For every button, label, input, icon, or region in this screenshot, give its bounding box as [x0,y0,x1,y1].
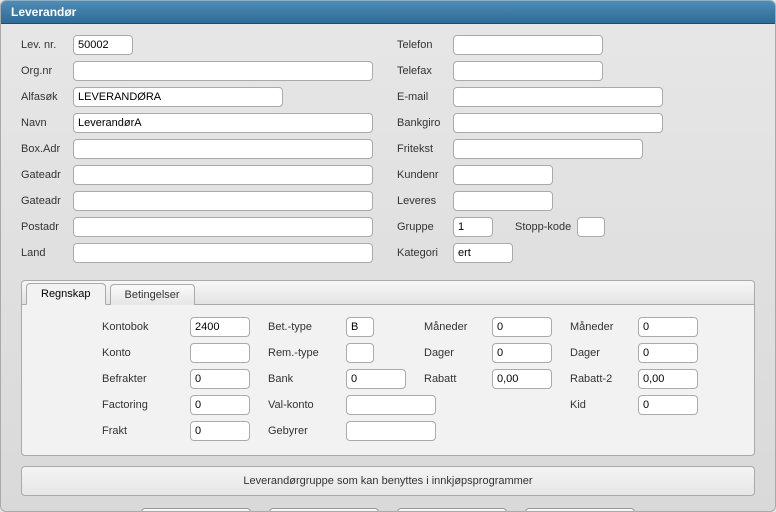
right-column: Telefon Telefax E-mail Bankgiro Fritekst [397,34,755,268]
supplier-window: Leverandør Lev. nr. Org.nr Alfasøk Navn [0,0,776,512]
konto-input[interactable] [190,343,250,363]
rabatt-input[interactable] [492,369,552,389]
maneder1-input[interactable] [492,317,552,337]
maneder2-label: Måneder [570,321,630,333]
epost-button[interactable]: E-postadr [269,508,379,512]
lev-nr-input[interactable] [73,35,133,55]
org-nr-label: Org.nr [21,65,73,77]
rabatt2-label: Rabatt-2 [570,373,630,385]
telefon-label: Telefon [397,39,453,51]
bank-label: Bank [268,373,338,385]
dager1-input[interactable] [492,343,552,363]
kundenr-label: Kundenr [397,169,453,181]
bettype-input[interactable] [346,317,374,337]
org-nr-input[interactable] [73,61,373,81]
land-input[interactable] [73,243,373,263]
tab-regnskap[interactable]: Regnskap [26,283,106,305]
land-label: Land [21,247,73,259]
boxadr-label: Box.Adr [21,143,73,155]
stoppkode-input[interactable] [577,217,605,237]
kontobok-input[interactable] [190,317,250,337]
remtype-input[interactable] [346,343,374,363]
kundenr-input[interactable] [453,165,553,185]
rabatt2-input[interactable] [638,369,698,389]
info-bar: Leverandørgruppe som kan benyttes i innk… [21,466,755,496]
kjop-button[interactable]: Kjøp [397,508,507,512]
boxadr-input[interactable] [73,139,373,159]
bankgiro-input[interactable] [453,113,663,133]
gateadr1-label: Gateadr [21,169,73,181]
frakt-label: Frakt [102,425,182,437]
alfasok-input[interactable] [73,87,283,107]
fritekst-input[interactable] [453,139,643,159]
button-row-1: EAN-lokasjonsnr E-postadr Kjøp Flere but… [1,508,775,512]
kategori-input[interactable] [453,243,513,263]
konto-label: Konto [102,347,182,359]
telefon-input[interactable] [453,35,603,55]
valkonto-label: Val-konto [268,399,338,411]
tab-body-regnskap: Kontobok Bet.-type Måneder Måneder Konto… [22,305,754,455]
bank-input[interactable] [346,369,406,389]
factoring-input[interactable] [190,395,250,415]
remtype-label: Rem.-type [268,347,338,359]
befrakter-input[interactable] [190,369,250,389]
bankgiro-label: Bankgiro [397,117,453,129]
gruppe-input[interactable] [453,217,493,237]
befrakter-label: Befrakter [102,373,182,385]
window-title: Leverandør [1,1,775,24]
form-area: Lev. nr. Org.nr Alfasøk Navn Box.Adr [1,24,775,272]
valkonto-input[interactable] [346,395,436,415]
telefax-input[interactable] [453,61,603,81]
kid-input[interactable] [638,395,698,415]
navn-input[interactable] [73,113,373,133]
rabatt-label: Rabatt [424,373,484,385]
ean-button[interactable]: EAN-lokasjonsnr [141,508,251,512]
postadr-input[interactable] [73,217,373,237]
tabstrip: Regnskap Betingelser [22,281,754,305]
telefax-label: Telefax [397,65,453,77]
lev-nr-label: Lev. nr. [21,39,73,51]
tabbox: Regnskap Betingelser Kontobok Bet.-type … [21,280,755,456]
gateadr1-input[interactable] [73,165,373,185]
email-label: E-mail [397,91,453,103]
gruppe-label: Gruppe [397,221,453,233]
flere-butikker-button[interactable]: Flere butikker [525,508,635,512]
maneder2-input[interactable] [638,317,698,337]
factoring-label: Factoring [102,399,182,411]
kontobok-label: Kontobok [102,321,182,333]
maneder1-label: Måneder [424,321,484,333]
gebyrer-input[interactable] [346,421,436,441]
stoppkode-label: Stopp-kode [515,221,571,233]
dager1-label: Dager [424,347,484,359]
navn-label: Navn [21,117,73,129]
kid-label: Kid [570,399,630,411]
fritekst-label: Fritekst [397,143,453,155]
dager2-label: Dager [570,347,630,359]
tab-betingelser[interactable]: Betingelser [110,284,195,305]
left-column: Lev. nr. Org.nr Alfasøk Navn Box.Adr [21,34,379,268]
dager2-input[interactable] [638,343,698,363]
gateadr2-input[interactable] [73,191,373,211]
gebyrer-label: Gebyrer [268,425,338,437]
postadr-label: Postadr [21,221,73,233]
kategori-label: Kategori [397,247,453,259]
alfasok-label: Alfasøk [21,91,73,103]
email-input[interactable] [453,87,663,107]
gateadr2-label: Gateadr [21,195,73,207]
leveres-input[interactable] [453,191,553,211]
frakt-input[interactable] [190,421,250,441]
bettype-label: Bet.-type [268,321,338,333]
leveres-label: Leveres [397,195,453,207]
